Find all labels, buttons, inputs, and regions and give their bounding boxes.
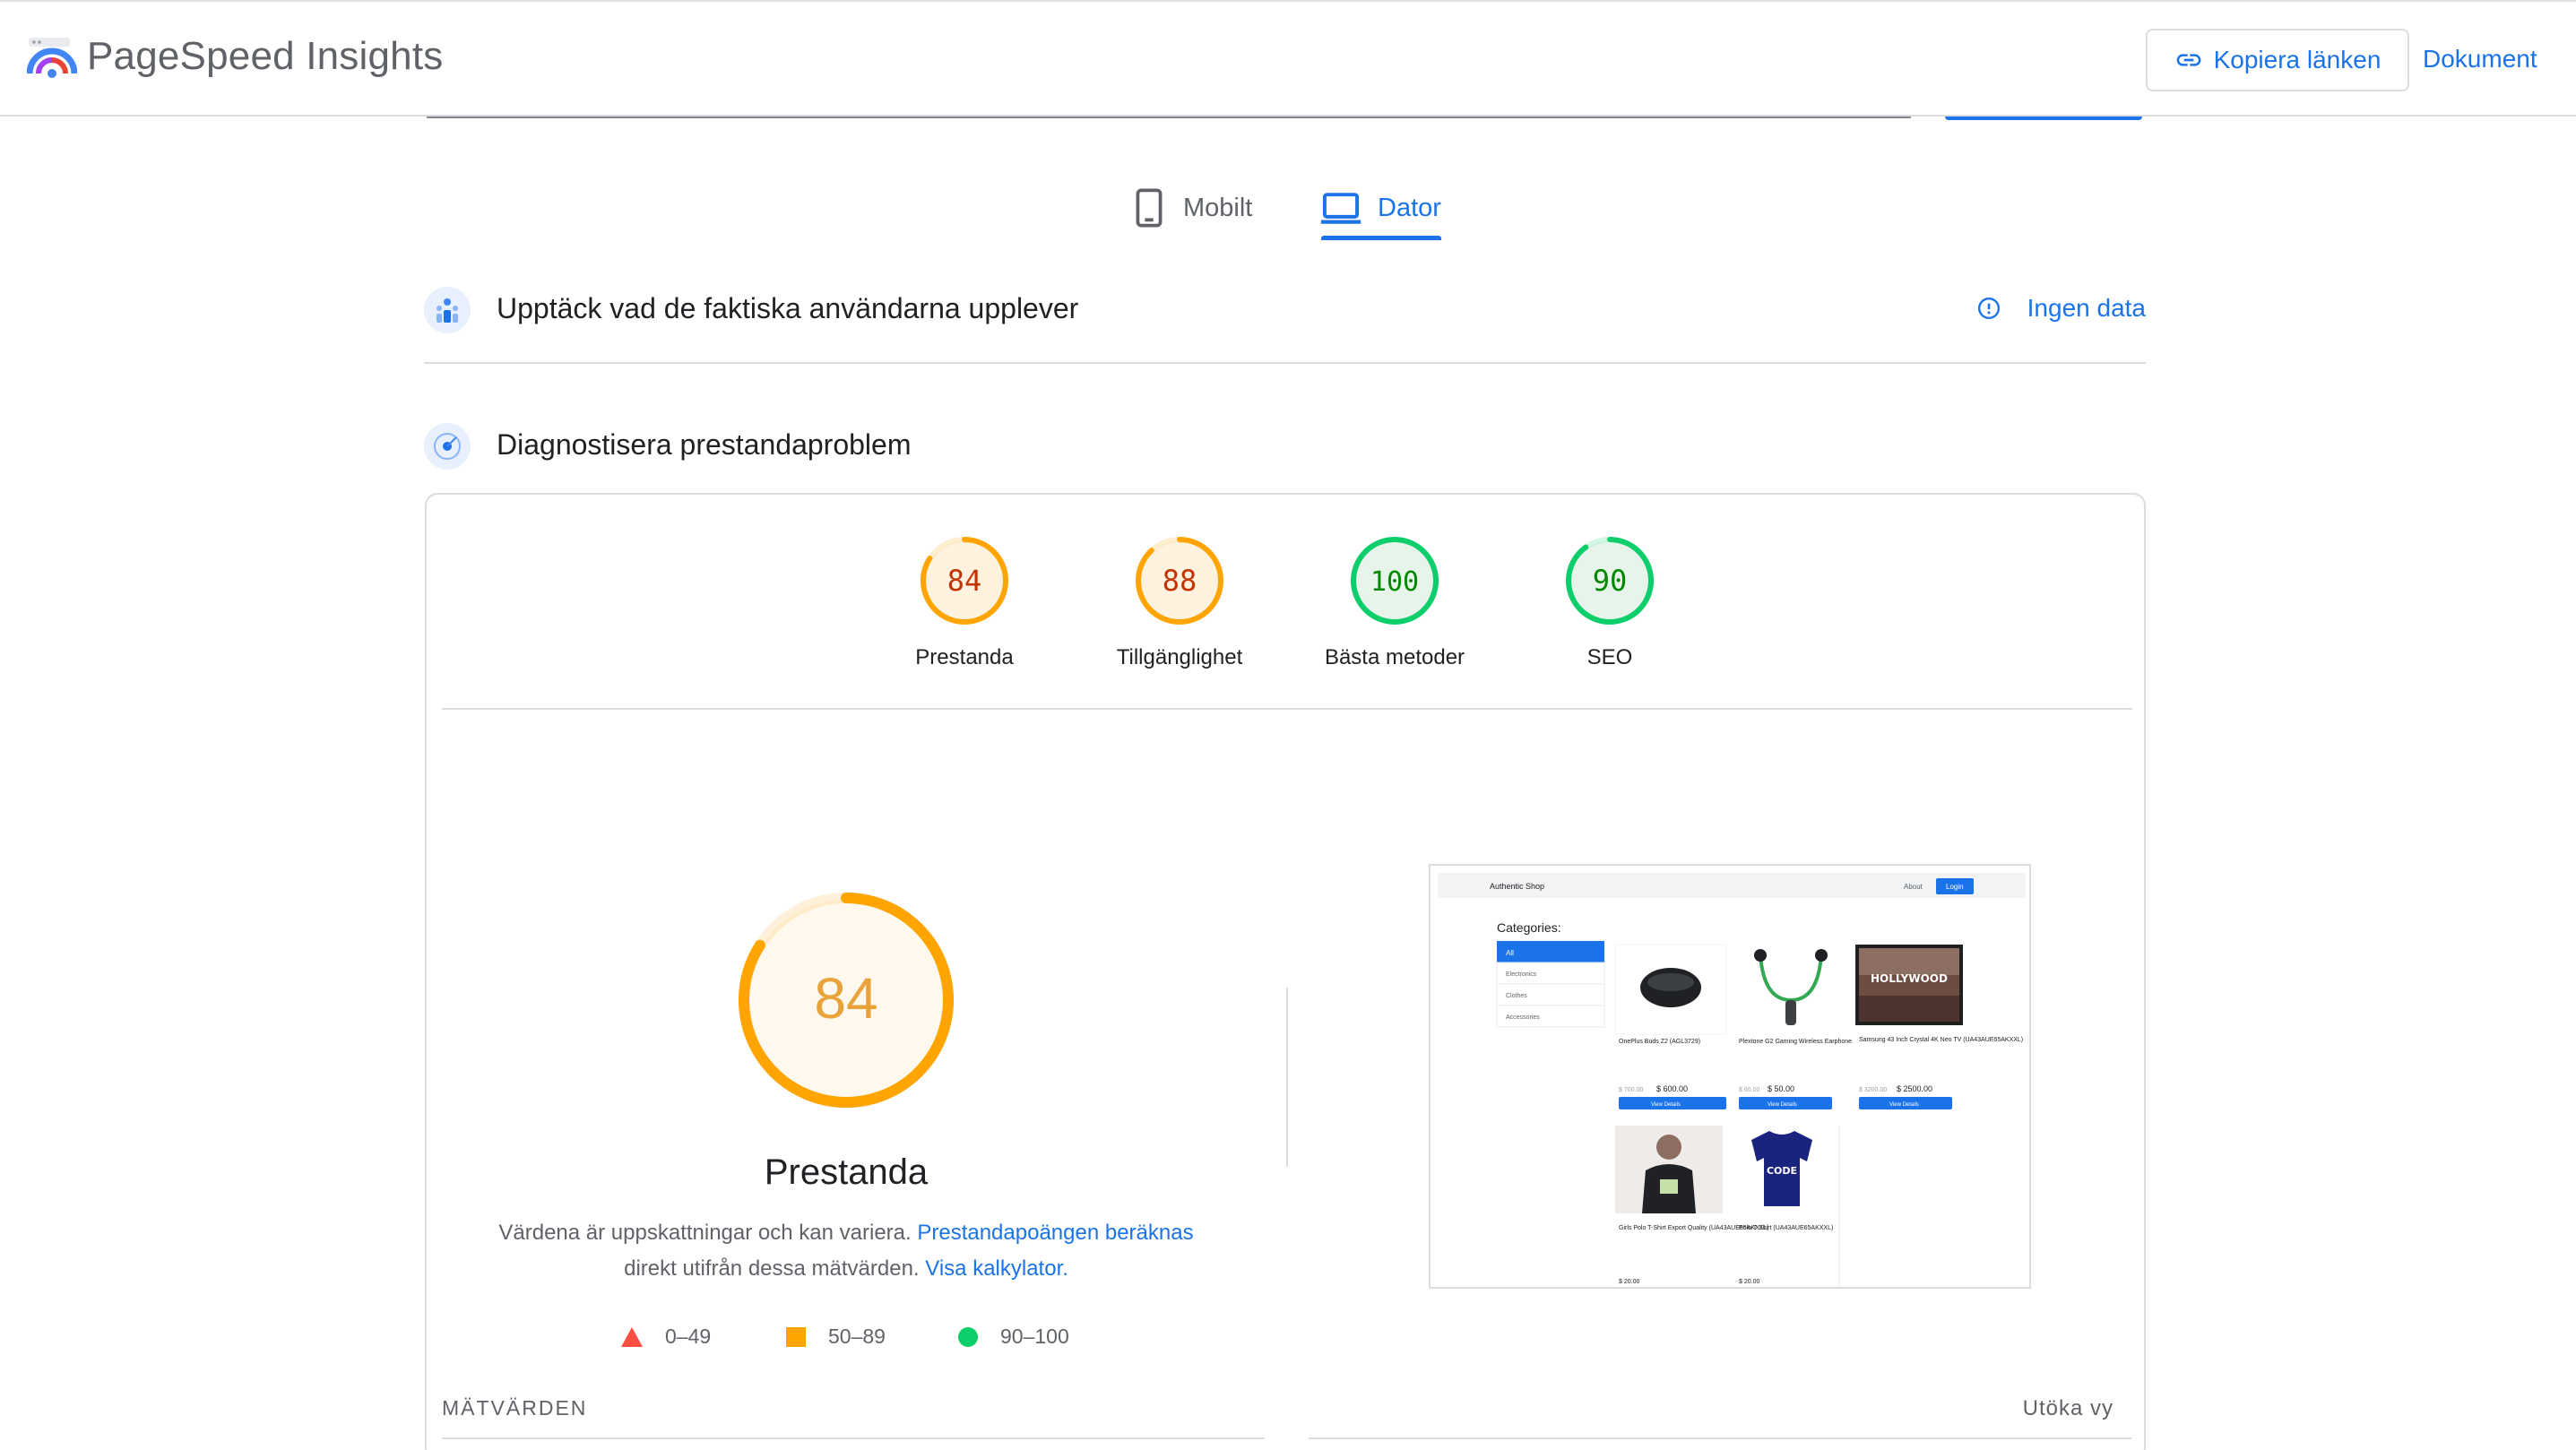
gauge-label: Prestanda (915, 645, 1014, 669)
product-name: OnePlus Buds Z2 (AGL3729) (1619, 1039, 1700, 1045)
app-title[interactable]: PageSpeed Insights (87, 34, 443, 79)
copy-link-button[interactable]: Kopiera länken (2146, 29, 2409, 91)
product-button: View Details (1651, 1102, 1681, 1108)
divider (1309, 1437, 2131, 1439)
performance-gauge-large: 84 (739, 893, 954, 1108)
legend-item-pass: 90–100 (957, 1325, 1069, 1349)
vertical-divider (1286, 988, 1288, 1167)
score-gauges: 84 Prestanda 88 Tillgänglighet 100 Bästa… (427, 495, 2144, 710)
diagnose-section: Diagnostisera prestandaproblem (424, 419, 2146, 473)
url-input-underline[interactable] (427, 117, 1911, 118)
docs-link[interactable]: Dokument (2423, 45, 2537, 73)
shop-about: About (1904, 883, 1923, 891)
desc-text: direkt utifrån dessa mätvärden. (624, 1256, 920, 1281)
product-old-price: $ 700.00 (1619, 1087, 1643, 1093)
expand-view-toggle[interactable]: Utöka vy (2023, 1396, 2114, 1421)
tab-mobile-label: Mobilt (1183, 193, 1253, 222)
legend-label: 0–49 (665, 1325, 712, 1348)
product-old-price: $ 3200.00 (1859, 1087, 1887, 1093)
laptop-icon (1320, 193, 1361, 224)
gauge-value: 84 (947, 564, 982, 598)
category-item: Accessories (1506, 1014, 1540, 1021)
info-icon (1977, 297, 2000, 320)
link-icon (2176, 54, 2200, 66)
product-price: $ 20.00 (1739, 1279, 1759, 1285)
screenshot-image: Authentic Shop About Login Categories: A… (1431, 866, 2029, 1287)
score-calculation-link[interactable]: Prestandapoängen beräknas (917, 1221, 1193, 1245)
calculator-link[interactable]: Visa kalkylator. (925, 1256, 1068, 1281)
copy-link-label: Kopiera länken (2213, 46, 2382, 73)
product-name: Samsung 43 Inch Crystal 4K Neo TV (UA43A… (1859, 1037, 2023, 1043)
performance-score: 84 (814, 966, 877, 1031)
product-price: $ 600.00 (1656, 1084, 1688, 1093)
product-button: View Details (1889, 1102, 1919, 1108)
legend-label: 50–89 (828, 1325, 886, 1348)
category-item: Clothes (1506, 993, 1527, 999)
gauge-ring: 84 (921, 537, 1008, 625)
gauge-label: Tillgänglighet (1116, 645, 1243, 669)
gauge-value: 90 (1593, 564, 1628, 598)
gauge-performance[interactable]: 84 Prestanda (857, 534, 1072, 670)
gauge-label: Bästa metoder (1324, 645, 1465, 669)
gauge-best-practices[interactable]: 100 Bästa metoder (1287, 534, 1502, 670)
tab-mobile[interactable]: Mobilt (1131, 176, 1252, 240)
desc-text: Värdena är uppskattningar och kan varier… (498, 1221, 912, 1245)
product-old-price: $ 60.00 (1739, 1087, 1759, 1093)
categories-title: Categories: (1497, 920, 1561, 935)
smartphone-icon (1136, 188, 1163, 228)
diagnose-title: Diagnostisera prestandaproblem (497, 428, 912, 461)
gauge-ring: 90 (1566, 537, 1654, 625)
field-data-section: Upptäck vad de faktiska användarna upple… (424, 283, 2146, 364)
gauge-ring: 88 (1136, 537, 1223, 625)
tab-desktop-label: Dator (1378, 193, 1441, 222)
product-name: Plextone G2 Gaming Wireless Earphone (1739, 1039, 1852, 1045)
gauge-label: SEO (1586, 645, 1633, 669)
field-data-icon (424, 287, 471, 333)
tv-text: HOLLYWOOD (1871, 972, 1948, 985)
product-price: $ 50.00 (1768, 1084, 1794, 1093)
divider (442, 1437, 1265, 1439)
top-app-bar: PageSpeed Insights Kopiera länken Dokume… (0, 0, 2576, 117)
report-card: 84 Prestanda 88 Tillgänglighet 100 Bästa… (425, 493, 2146, 1450)
shirt-text: CODE (1767, 1165, 1797, 1177)
product-price: $ 2500.00 (1897, 1084, 1932, 1093)
shop-login: Login (1946, 883, 1964, 891)
tab-desktop[interactable]: Dator (1320, 176, 1441, 240)
square-icon (786, 1326, 806, 1347)
performance-title: Prestanda (764, 1152, 929, 1192)
pagespeed-logo-icon[interactable] (27, 36, 77, 86)
triangle-icon (621, 1326, 643, 1347)
circle-icon (958, 1326, 978, 1347)
product-button: View Details (1768, 1102, 1797, 1108)
no-data-label: Ingen data (2027, 294, 2146, 322)
shop-brand: Authentic Shop (1490, 882, 1544, 891)
no-data-link[interactable]: Ingen data (1977, 294, 2146, 323)
legend-label: 90–100 (1000, 1325, 1069, 1348)
product-name: Polo T-Shirt (UA43AUE65AKXXL) (1739, 1225, 1833, 1231)
legend-item-average: 50–89 (785, 1325, 886, 1349)
divider (442, 708, 2132, 710)
category-item: All (1506, 949, 1514, 957)
gauge-value: 88 (1163, 564, 1197, 598)
performance-description: Värdena är uppskattningar och kan varier… (443, 1215, 1249, 1287)
legend-item-fail: 0–49 (620, 1325, 711, 1349)
gauge-value: 100 (1370, 566, 1419, 598)
product-price: $ 20.00 (1619, 1279, 1639, 1285)
lighthouse-icon (424, 423, 471, 470)
field-data-title: Upptäck vad de faktiska användarna upple… (497, 292, 1079, 324)
final-screenshot[interactable]: Authentic Shop About Login Categories: A… (1429, 864, 2031, 1289)
gauge-ring: 100 (1351, 537, 1439, 625)
tab-indicator (1321, 236, 1441, 240)
gauge-seo[interactable]: 90 SEO (1502, 534, 1717, 670)
category-item: Electronics (1506, 971, 1537, 978)
metrics-heading: MÄTVÄRDEN (442, 1396, 588, 1420)
gauge-accessibility[interactable]: 88 Tillgänglighet (1072, 534, 1287, 670)
